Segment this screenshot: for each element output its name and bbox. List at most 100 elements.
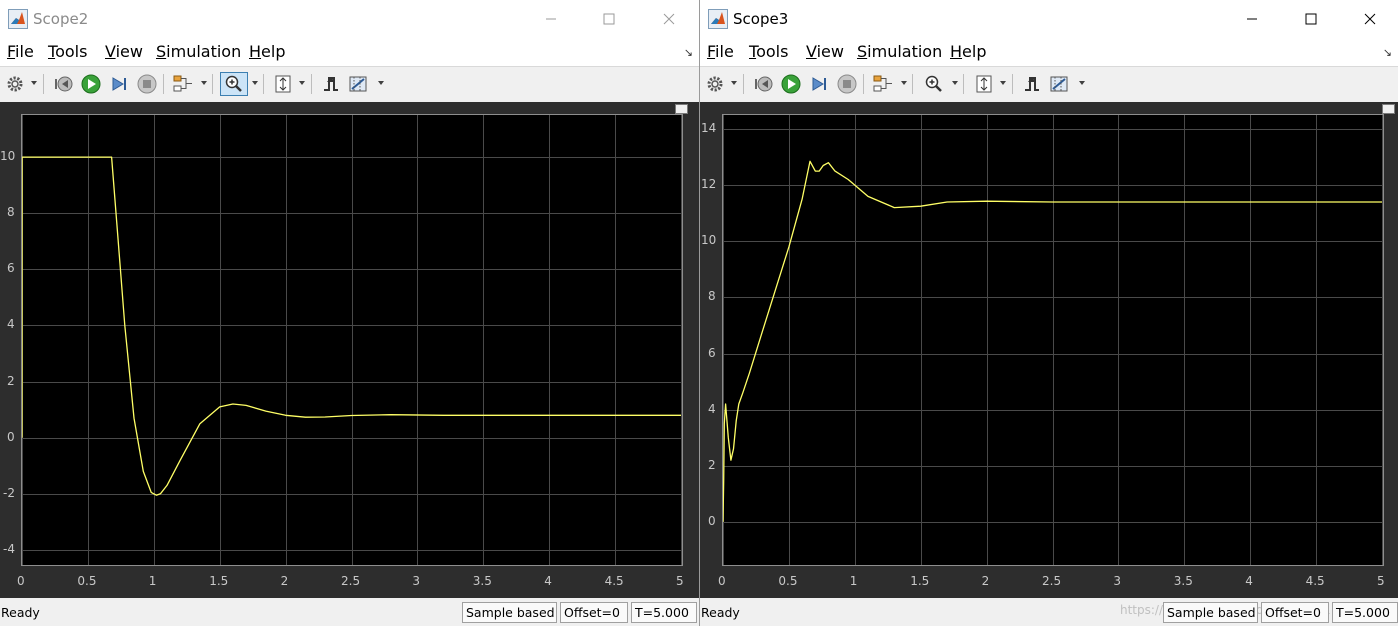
maximize-icon[interactable]	[1300, 8, 1322, 30]
menu-view[interactable]: View	[806, 43, 844, 61]
x-tick-label: 2	[280, 574, 289, 588]
toolbar-separator	[212, 74, 213, 94]
dock-arrow-icon[interactable]: ↘	[684, 46, 693, 59]
scope-axes[interactable]	[722, 114, 1384, 566]
matlab-logo-icon	[8, 9, 28, 29]
menu-view[interactable]: View	[105, 43, 143, 61]
autoscale-dropdown-icon[interactable]	[299, 81, 305, 85]
toolbar	[700, 66, 1398, 103]
highlight-block-icon[interactable]	[871, 72, 895, 96]
toolbar	[0, 66, 699, 103]
highlight-dropdown-icon[interactable]	[201, 81, 207, 85]
menu-help[interactable]: Help	[950, 43, 986, 61]
x-tick-label: 3	[1113, 574, 1122, 588]
window-title: Scope2	[33, 10, 89, 28]
plot-canvas	[22, 115, 682, 565]
menu-tools[interactable]: Tools	[749, 43, 788, 61]
zoom-in-icon[interactable]	[220, 72, 248, 96]
autoscale-icon[interactable]	[271, 72, 295, 96]
minimize-icon[interactable]	[1241, 8, 1263, 30]
x-tick-label: 5	[676, 574, 684, 588]
toolbar-separator	[912, 74, 913, 94]
undock-restore-icon[interactable]	[1382, 104, 1395, 114]
y-tick-label: 4	[708, 401, 716, 416]
x-tick-label: 3.5	[472, 574, 492, 588]
toolbar-separator	[43, 74, 44, 94]
y-tick-label: 8	[7, 205, 15, 220]
settings-gear-icon[interactable]	[3, 72, 27, 96]
minimize-icon[interactable]	[540, 8, 562, 30]
window-title: Scope3	[733, 10, 789, 28]
status-bar: Ready https://blog.csdn.net/qq_41890061 …	[700, 598, 1398, 626]
status-bar: Ready Sample based Offset=0 T=5.000	[0, 598, 699, 626]
menu-simulation[interactable]: Simulation	[857, 43, 942, 61]
x-tick-label: 0	[17, 574, 25, 588]
title-bar: Scope3	[700, 0, 1398, 38]
autoscale-icon[interactable]	[972, 72, 996, 96]
plot-canvas	[723, 115, 1383, 565]
menu-file[interactable]: File	[707, 43, 734, 61]
toolbar-separator	[863, 74, 864, 94]
step-back-icon[interactable]	[751, 72, 775, 96]
plot-area: 0 0.5 1 1.5 2 2.5 3 3.5 4 4.5 5 0 2 4 6 8 10 12 14	[700, 102, 1398, 598]
zoom-dropdown-icon[interactable]	[252, 81, 258, 85]
status-offset: Offset=0	[560, 602, 628, 623]
step-forward-icon[interactable]	[107, 72, 131, 96]
menu-simulation[interactable]: Simulation	[156, 43, 241, 61]
y-tick-label: 2	[7, 373, 15, 388]
trigger-icon[interactable]	[319, 72, 343, 96]
status-ready-text: Ready	[1, 605, 40, 620]
menu-bar: File Tools View Simulation Help ↘	[0, 38, 699, 66]
dock-arrow-icon[interactable]: ↘	[1383, 46, 1392, 59]
y-tick-label: 2	[708, 457, 716, 472]
cursor-measurements-icon[interactable]	[347, 72, 371, 96]
y-tick-label: 10	[0, 149, 16, 164]
highlight-block-icon[interactable]	[171, 72, 195, 96]
step-forward-icon[interactable]	[807, 72, 831, 96]
run-icon[interactable]	[779, 72, 803, 96]
step-back-icon[interactable]	[51, 72, 75, 96]
y-tick-label: 10	[701, 233, 717, 248]
x-tick-label: 4	[544, 574, 552, 588]
close-icon[interactable]	[1359, 8, 1381, 30]
maximize-icon[interactable]	[598, 8, 620, 30]
title-bar: Scope2	[0, 0, 699, 38]
highlight-dropdown-icon[interactable]	[901, 81, 907, 85]
scope-axes[interactable]	[21, 114, 683, 566]
cursor-measurements-icon[interactable]	[1048, 72, 1072, 96]
zoom-in-icon[interactable]	[922, 72, 946, 96]
x-tick-label: 0.5	[77, 574, 97, 588]
status-time: T=5.000	[1332, 602, 1398, 623]
menu-file[interactable]: File	[7, 43, 34, 61]
run-icon[interactable]	[79, 72, 103, 96]
settings-dropdown-icon[interactable]	[731, 81, 737, 85]
trigger-icon[interactable]	[1020, 72, 1044, 96]
zoom-dropdown-icon[interactable]	[952, 81, 958, 85]
close-icon[interactable]	[658, 8, 680, 30]
y-tick-label: 6	[708, 345, 716, 360]
y-tick-label: 6	[7, 261, 15, 276]
x-tick-label: 0.5	[778, 574, 798, 588]
toolbar-separator	[163, 74, 164, 94]
menu-help[interactable]: Help	[249, 43, 285, 61]
y-tick-label: 4	[7, 317, 15, 332]
x-tick-label: 4	[1245, 574, 1253, 588]
undock-restore-icon[interactable]	[675, 104, 688, 114]
stop-icon[interactable]	[135, 72, 159, 96]
x-tick-label: 4.5	[604, 574, 624, 588]
y-tick-label: -2	[3, 485, 15, 500]
settings-gear-icon[interactable]	[703, 72, 727, 96]
y-tick-label: 12	[701, 177, 717, 192]
toolbar-separator	[963, 74, 964, 94]
settings-dropdown-icon[interactable]	[31, 81, 37, 85]
x-tick-label: 2.5	[1042, 574, 1062, 588]
x-tick-label: 4.5	[1305, 574, 1325, 588]
autoscale-dropdown-icon[interactable]	[1000, 81, 1006, 85]
measurements-dropdown-icon[interactable]	[1079, 81, 1085, 85]
menu-tools[interactable]: Tools	[48, 43, 87, 61]
y-tick-label: 0	[7, 429, 15, 444]
x-tick-label: 1.5	[910, 574, 930, 588]
measurements-dropdown-icon[interactable]	[378, 81, 384, 85]
plot-area: 0 0.5 1 1.5 2 2.5 3 3.5 4 4.5 5 -4 -2 0 2 4 6 8 10	[0, 102, 699, 598]
stop-icon[interactable]	[835, 72, 859, 96]
